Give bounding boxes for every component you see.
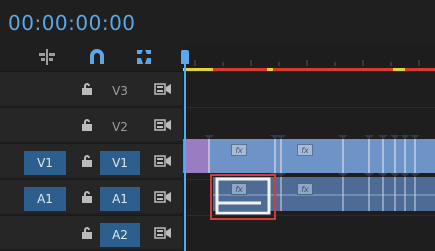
transition-clip [183,139,209,173]
toggle-output-icon[interactable] [154,190,172,204]
lock-icon[interactable] [81,154,93,168]
track-header-a2: A2 [0,215,183,249]
lock-icon[interactable] [81,82,93,96]
timeline-clips [183,135,435,220]
track-header-v1: V1 V1 [0,143,183,177]
fx-badge[interactable]: fx [231,144,247,156]
linked-selection-icon[interactable] [134,48,154,66]
timeline-toolbar [0,44,183,71]
track-header-a1: A1 A1 [0,179,183,213]
track-name-a2[interactable]: A2 [100,223,140,247]
source-patch-a1[interactable]: A1 [24,187,66,211]
ruler-ticks [183,60,435,71]
track-name-v2[interactable]: V2 [100,115,140,139]
track-name-a1[interactable]: A1 [100,187,140,211]
time-ruler[interactable] [183,44,435,71]
toggle-output-icon[interactable] [154,154,172,168]
toggle-output-icon[interactable] [154,82,172,96]
fx-badge[interactable]: fx [231,183,247,195]
lock-icon[interactable] [81,118,93,132]
playhead-line[interactable] [184,50,186,251]
timecode-display[interactable]: 00:00:00:00 [8,11,136,35]
track-header-v2: V2 [0,107,183,141]
toggle-output-icon[interactable] [154,226,172,240]
lock-icon[interactable] [81,190,93,204]
video-clip [339,139,435,173]
toggle-output-icon[interactable] [154,118,172,132]
track-header-v3: V3 [0,71,183,105]
audio-edit-points [270,173,420,177]
lock-icon[interactable] [81,226,93,240]
clip-edit-points [204,135,420,139]
fx-badge[interactable]: fx [297,183,313,195]
nest-sequence-icon[interactable] [37,48,57,66]
fx-badge[interactable]: fx [297,144,313,156]
track-name-v1[interactable]: V1 [100,151,140,175]
source-patch-v1[interactable]: V1 [24,151,66,175]
track-name-v3[interactable]: V3 [100,79,140,103]
timeline-tracks-area[interactable]: fx fx fx fx [183,71,435,251]
track-headers: V3 V2 V1 V1 A1 A1 A2 [0,71,183,251]
magnet-icon[interactable] [87,48,107,66]
